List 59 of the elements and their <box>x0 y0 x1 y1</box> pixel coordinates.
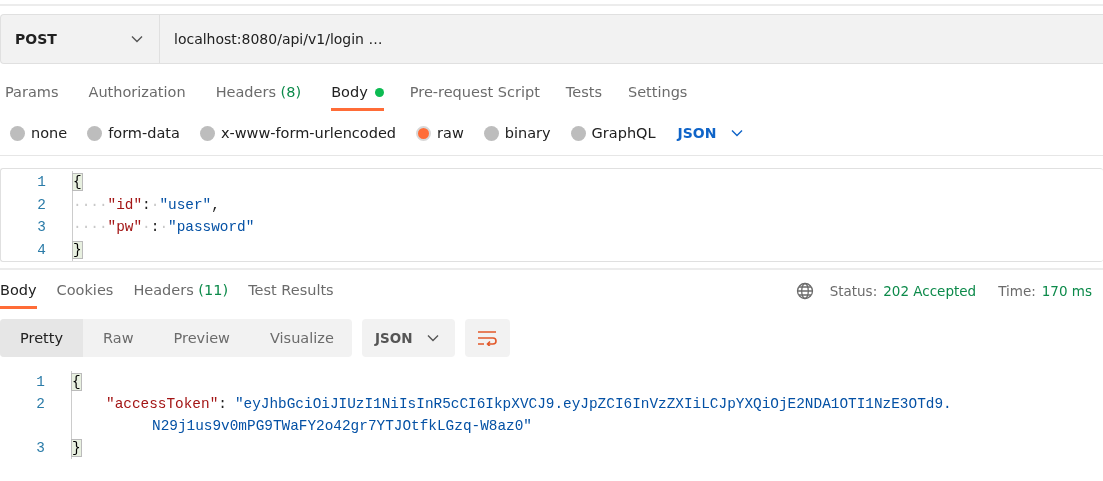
radio-option[interactable]: form-data <box>87 125 180 141</box>
radio-option[interactable]: none <box>10 125 68 141</box>
code-token: , <box>211 196 220 213</box>
tab[interactable]: Headers (8) <box>215 84 302 111</box>
whitespace-marker: ···· <box>73 219 108 236</box>
view-mode-tab[interactable]: Preview <box>153 319 250 357</box>
tab[interactable]: Cookies <box>56 282 114 309</box>
line-number: 2 <box>36 196 47 213</box>
status-value: 202 Accepted <box>883 283 977 299</box>
line-number: 3 <box>36 219 47 236</box>
tab[interactable]: Body <box>0 282 37 309</box>
code-token: : <box>218 396 227 412</box>
view-mode-tab[interactable]: Visualize <box>250 319 354 357</box>
line-number: 4 <box>36 241 47 258</box>
code-token: { <box>73 174 82 191</box>
code-token: "pw" <box>107 219 143 236</box>
code-token: : <box>142 196 151 213</box>
whitespace-marker: ···· <box>73 196 108 213</box>
time-value: 170 ms <box>1041 283 1092 299</box>
tab[interactable]: Authorization <box>88 84 186 111</box>
whitespace-marker: · <box>150 196 160 213</box>
line-number: 1 <box>35 374 46 390</box>
tab[interactable]: Headers (11) <box>133 282 229 309</box>
whitespace-marker: · <box>159 219 168 236</box>
line-number: 2 <box>35 396 46 412</box>
wrap-button[interactable] <box>464 319 510 357</box>
code-token: : <box>150 219 160 236</box>
wrap-lines-icon <box>476 330 499 346</box>
status-label: Status: <box>829 283 878 299</box>
radio-option[interactable]: GraphQL <box>570 125 656 141</box>
tab[interactable]: Pre-request Script <box>409 84 540 111</box>
code-token: } <box>72 440 81 456</box>
tab[interactable]: Settings <box>627 84 688 111</box>
tab[interactable]: Params <box>5 84 59 111</box>
format-dropdown[interactable]: JSON <box>677 125 743 141</box>
code-token: N29j1us9v0mPG9TWaFY2o42gr7YTJOtfkLGzq-W8az0" <box>152 418 532 434</box>
radio-option[interactable]: x-www-form-urlencoded <box>199 125 397 141</box>
time-label: Time: <box>998 283 1036 299</box>
globe-icon[interactable] <box>795 282 814 300</box>
chevron-down-icon <box>730 129 743 137</box>
code-token: "password" <box>168 219 255 236</box>
code-token: } <box>73 241 82 258</box>
view-mode-tab[interactable]: Pretty <box>0 319 83 357</box>
format-dropdown[interactable]: JSON <box>362 319 455 357</box>
radio-option[interactable]: binary <box>483 125 551 141</box>
tab[interactable]: Tests <box>565 84 602 111</box>
code-token: "eyJhbGciOiJIUzI1NiIsInR5cCI6IkpXVCJ9.eyJpZCI6InVzZXIiLCJpYXQiOjE2NDA1OTI1NzE3OTd9. <box>234 396 952 412</box>
view-mode-tab[interactable]: Raw <box>83 319 154 357</box>
code-token: { <box>72 374 81 390</box>
tab[interactable]: Body <box>331 84 384 111</box>
tab[interactable]: Test Results <box>248 282 334 309</box>
radio-option[interactable]: raw <box>416 125 464 141</box>
code-token: "accessToken" <box>106 396 219 412</box>
line-number: 3 <box>35 440 46 456</box>
code-token: "user" <box>159 196 212 213</box>
whitespace-marker: · <box>142 219 151 236</box>
code-token: "id" <box>107 196 143 213</box>
line-number: 1 <box>36 174 47 191</box>
chevron-down-icon <box>426 334 439 342</box>
